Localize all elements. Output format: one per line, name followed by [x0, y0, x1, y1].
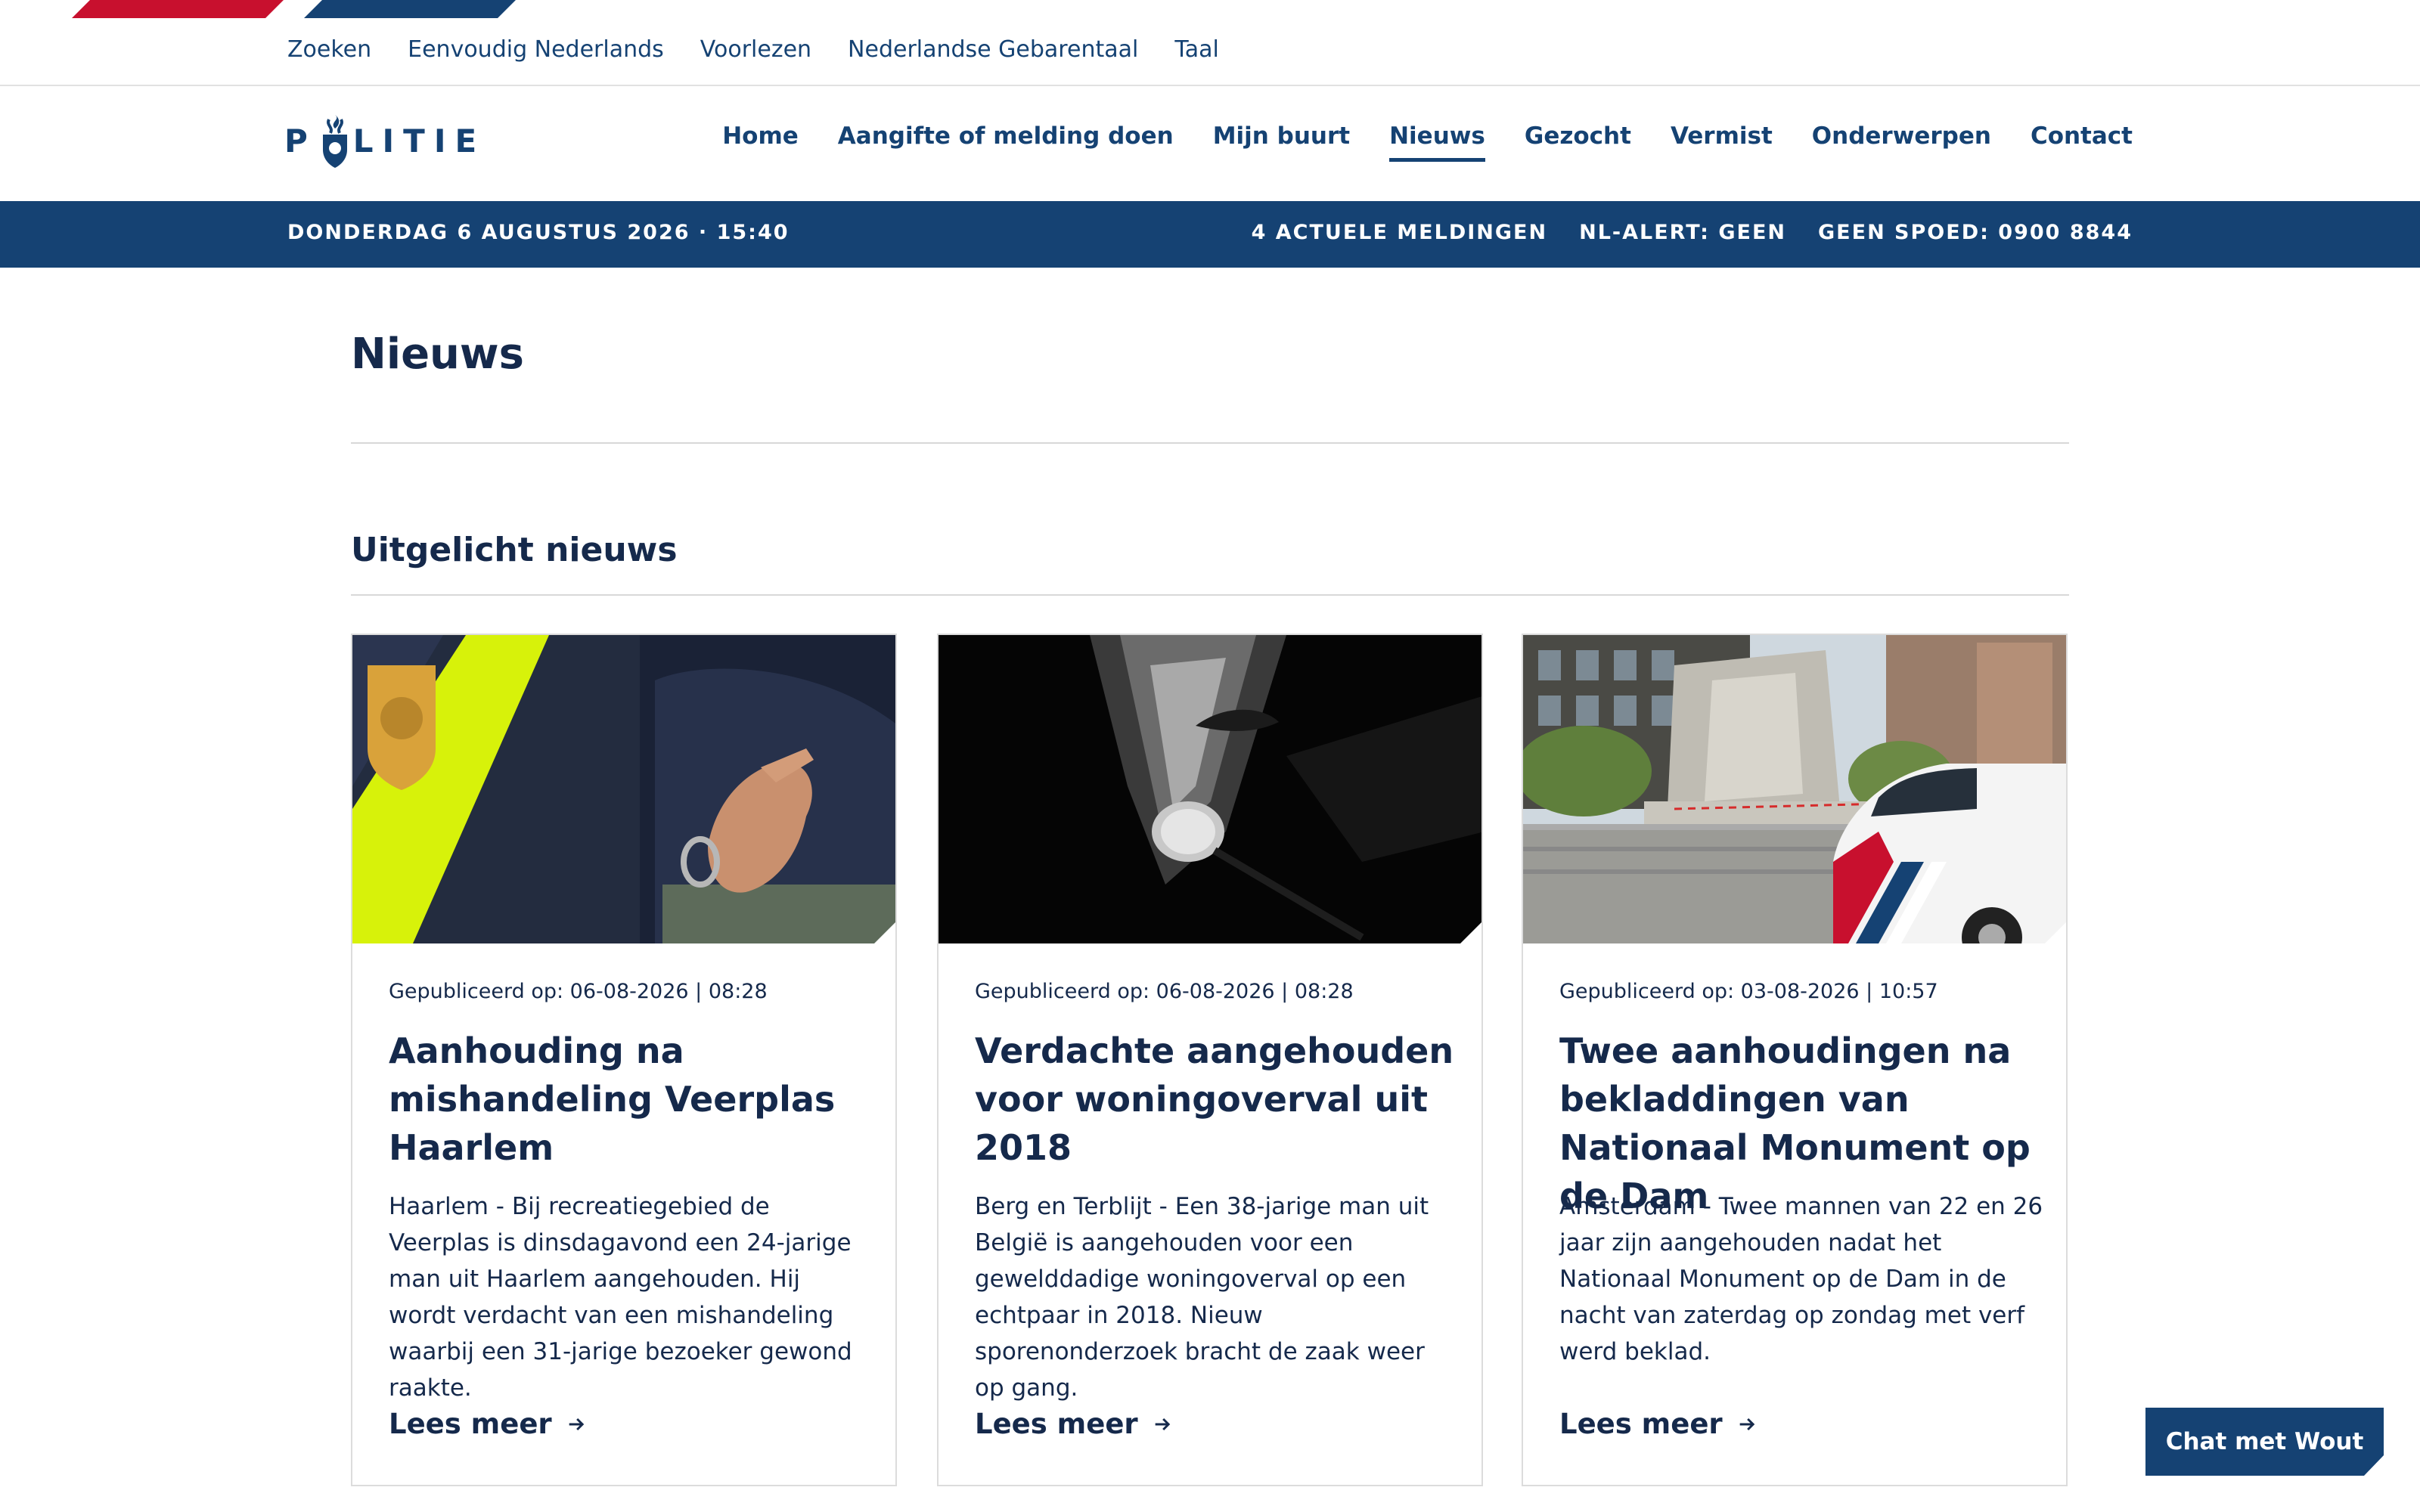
status-date: DONDERDAG 6 AUGUSTUS 2026 · 15:40	[287, 221, 790, 244]
national-monument-dam-police-car-image[interactable]	[1523, 635, 2066, 943]
arrow-right-icon	[1739, 1418, 1754, 1430]
nav-item-aangifte[interactable]: Aangifte of melding doen	[838, 122, 1174, 150]
card-title[interactable]: Aanhouding na mishandeling Veerplas Haar…	[389, 1027, 873, 1172]
utility-link-eenvoudig-nederlands[interactable]: Eenvoudig Nederlands	[408, 36, 664, 63]
arrow-right-icon	[1155, 1418, 1170, 1430]
publish-date: Gepubliceerd op: 06-08-2026 | 08:28	[389, 980, 768, 1003]
status-current-reports[interactable]: 4 ACTUELE MELDINGEN	[1252, 221, 1548, 244]
nav-item-gezocht[interactable]: Gezocht	[1525, 122, 1631, 150]
read-more-link[interactable]: Lees meer	[1559, 1408, 1758, 1440]
section-title: Uitgelicht nieuws	[351, 531, 678, 569]
politie-logo[interactable]: P LITIE	[284, 112, 486, 169]
read-more-label: Lees meer	[1559, 1408, 1723, 1440]
arrow-right-icon	[569, 1418, 584, 1430]
card-description: Berg en Terblijt - Een 38-jarige man uit…	[975, 1193, 1429, 1402]
nav-item-nieuws[interactable]: Nieuws	[1389, 122, 1485, 162]
utility-link-zoeken[interactable]: Zoeken	[287, 36, 371, 63]
utility-nav: Zoeken Eenvoudig Nederlands Voorlezen Ne…	[287, 36, 1219, 63]
publish-date: Gepubliceerd op: 06-08-2026 | 08:28	[975, 980, 1354, 1003]
utility-divider	[0, 85, 2420, 86]
read-more-link[interactable]: Lees meer	[389, 1408, 587, 1440]
status-nl-alert[interactable]: NL-ALERT: GEEN	[1579, 221, 1786, 244]
section-divider	[351, 594, 2069, 596]
nav-item-onderwerpen[interactable]: Onderwerpen	[1812, 122, 1991, 150]
logo-text-litie: LITIE	[352, 122, 486, 160]
utility-link-taal[interactable]: Taal	[1174, 36, 1218, 63]
news-card[interactable]: Gepubliceerd op: 06-08-2026 | 08:28 Verd…	[937, 634, 1483, 1486]
card-description: Haarlem - Bij recreatiegebied de Veerpla…	[389, 1193, 852, 1402]
arrest-handcuffs-image[interactable]	[352, 635, 895, 943]
title-divider	[351, 442, 2069, 444]
status-links: 4 ACTUELE MELDINGEN NL-ALERT: GEEN GEEN …	[1252, 221, 2133, 244]
news-card[interactable]: Gepubliceerd op: 06-08-2026 | 08:28 Aanh…	[351, 634, 897, 1486]
read-more-label: Lees meer	[389, 1408, 552, 1440]
read-more-link[interactable]: Lees meer	[975, 1408, 1173, 1440]
utility-link-gebarentaal[interactable]: Nederlandse Gebarentaal	[848, 36, 1138, 63]
chat-with-wout-button[interactable]: Chat met Wout	[2145, 1408, 2384, 1476]
nav-item-mijn-buurt[interactable]: Mijn buurt	[1213, 122, 1350, 150]
flag-stripe-red	[72, 0, 284, 18]
card-description: Amsterdam - Twee mannen van 22 en 26 jaa…	[1559, 1193, 2043, 1365]
read-more-label: Lees meer	[975, 1408, 1138, 1440]
flag-stripe-blue	[304, 0, 516, 18]
magnifying-glass-investigation-image[interactable]	[939, 635, 1481, 943]
status-bar: DONDERDAG 6 AUGUSTUS 2026 · 15:40 4 ACTU…	[0, 201, 2420, 268]
police-badge-icon	[322, 115, 347, 168]
status-non-emergency[interactable]: GEEN SPOED: 0900 8844	[1818, 221, 2133, 244]
publish-date: Gepubliceerd op: 03-08-2026 | 10:57	[1559, 980, 1938, 1003]
main-nav: Home Aangifte of melding doen Mijn buurt…	[722, 122, 2133, 162]
nav-item-home[interactable]: Home	[722, 122, 799, 150]
page-title: Nieuws	[351, 330, 524, 379]
card-title[interactable]: Verdachte aangehouden voor woningoverval…	[975, 1027, 1459, 1172]
nav-item-contact[interactable]: Contact	[2031, 122, 2133, 150]
news-card[interactable]: Gepubliceerd op: 03-08-2026 | 10:57 Twee…	[1522, 634, 2068, 1486]
nav-item-vermist[interactable]: Vermist	[1671, 122, 1773, 150]
logo-text-p: P	[284, 122, 317, 160]
utility-link-voorlezen[interactable]: Voorlezen	[700, 36, 811, 63]
